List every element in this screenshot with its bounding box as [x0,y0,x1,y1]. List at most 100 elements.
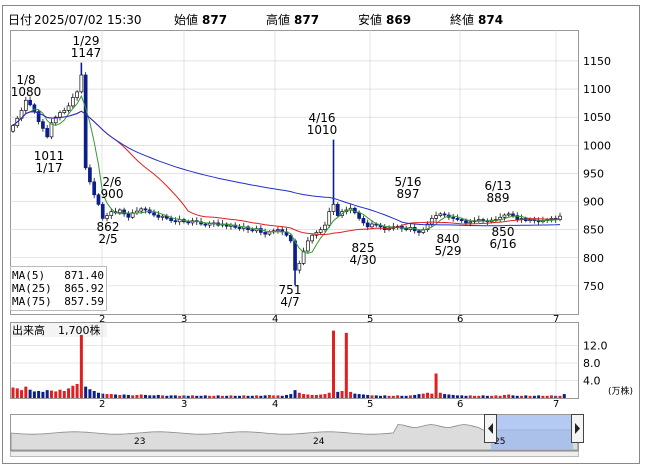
volume-bar [114,394,118,398]
candle-body [117,209,122,214]
volume-bar [15,388,19,398]
candle-body [45,128,50,138]
volume-bar [11,387,15,398]
volume-bar [460,395,464,398]
navigator-right-handle[interactable] [571,414,584,443]
candle-body [32,104,37,112]
candle-body [310,234,314,242]
volume-bar [558,395,562,398]
volume-bar [62,391,66,398]
candle-body [66,105,71,111]
volume-bar [357,394,361,398]
price-tick-label: 1050 [583,111,611,124]
candle-body [327,211,332,226]
volume-bar [178,395,182,398]
volume-bar [524,395,528,398]
volume-bar [24,386,28,398]
volume-bar [374,395,378,398]
volume-bar [404,395,408,398]
annotation-line-2: 1147 [71,46,102,60]
volume-bar [366,394,370,398]
candle-body [451,216,456,219]
volume-bar [199,395,203,398]
candle-body [169,218,173,221]
volume-bar [169,395,173,398]
volume-bar [430,393,434,398]
volume-bar [212,395,216,398]
annotation-line-2: 897 [397,187,420,201]
volume-bar [156,394,160,398]
volume-bar [413,394,417,398]
annotation-line-2: 4/30 [350,253,377,267]
candle-body [417,230,421,233]
volume-bar [314,394,318,398]
volume-bar [20,390,24,398]
candle-body [536,220,541,223]
legend-label: MA(75) [12,295,52,308]
volume-bar [139,394,143,398]
navigator-label-23: 23 [134,437,145,447]
volume-bar [327,392,331,398]
annotation-line-2: 900 [101,187,124,201]
volume-bar [408,395,412,398]
candle-body [88,167,92,183]
volume-bar [246,395,250,398]
volume-bar [225,395,229,398]
candle-body [335,203,340,216]
volume-bar [32,391,36,398]
volume-bar [161,395,165,398]
stock-chart: 日付 2025/07/02 15:30 始値 877 高値 877 安値 869… [2,5,640,464]
high-value: 877 [294,13,319,27]
navigator[interactable]: 23 24 25 [10,414,584,451]
candle-body [528,219,532,221]
candle-body [468,221,473,224]
price-tick-label: 750 [583,280,604,293]
volume-x-tick-label: 2 [99,399,105,410]
candle-body [442,213,447,216]
volume-bar [532,395,536,398]
volume-bar [195,395,199,398]
volume-bar [391,395,395,398]
navigator-left-handle[interactable] [484,414,497,443]
volume-bar [250,395,254,398]
volume-bar [477,395,481,398]
candle-body [160,215,165,218]
volume-x-tick-label: 6 [457,399,463,410]
volume-bar [79,335,83,398]
volume-bar [190,395,194,398]
volume-bar [511,395,515,398]
volume-bar [562,394,566,398]
volume-bar [148,395,152,398]
candle-body [203,223,208,226]
volume-bar [340,391,344,398]
candle-body [357,212,361,219]
candle-body [152,212,156,216]
candle-body [207,223,212,226]
volume-bar [306,394,310,398]
candle-body [464,220,468,224]
volume-bar [349,391,353,398]
volume-bar [319,394,323,398]
candle-body [62,110,67,114]
volume-bar [118,394,122,398]
volume-bar [285,394,288,398]
volume-bar [289,394,293,398]
high-label: 高値 [266,12,290,27]
volume-bar [280,395,284,398]
volume-bar [485,395,489,398]
volume-bar [502,394,506,398]
volume-bar [259,395,263,398]
volume-bar [473,395,477,398]
candle-body [250,229,255,232]
legend-value: 871.40 [64,269,104,282]
legend-label: MA(5) [12,269,45,282]
candle-body [186,221,191,224]
volume-bar [323,394,327,398]
navigator-scrollbar[interactable] [10,451,579,457]
price-tick-label: 950 [583,167,604,180]
candle-body [126,213,131,218]
annotation-line-2: 889 [487,191,510,205]
volume-bar [135,394,139,398]
volume-bar [45,390,49,398]
annotation-line-2: 1/17 [36,161,63,175]
